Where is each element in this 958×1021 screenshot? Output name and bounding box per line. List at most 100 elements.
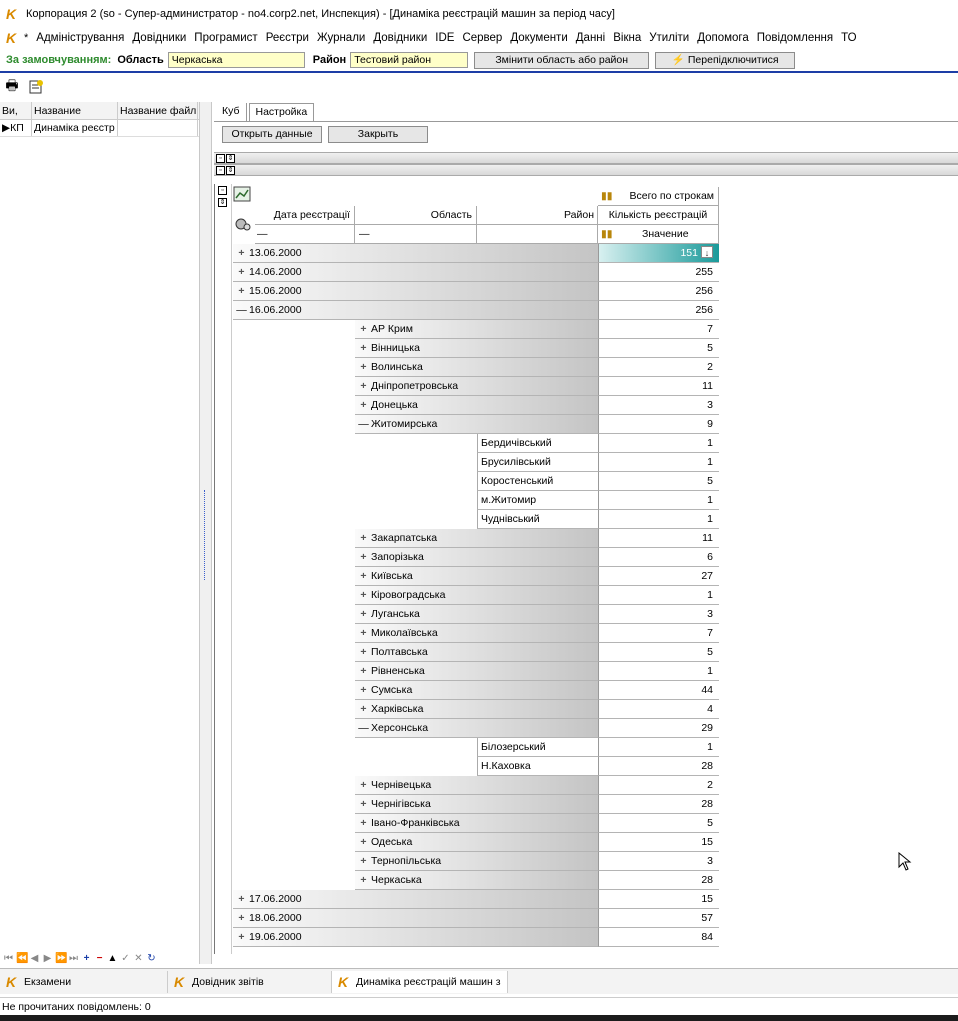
region-row-header[interactable]: + Сумська — [355, 681, 598, 700]
date-row-header[interactable]: +17.06.2000 — [233, 890, 598, 909]
expand-icon[interactable]: ⇕ — [218, 198, 227, 207]
expand-icon[interactable]: + — [358, 681, 369, 699]
value-cell[interactable]: 29 — [598, 719, 719, 738]
value-cell[interactable]: 4 — [598, 700, 719, 719]
menu-item[interactable]: Утиліти — [645, 32, 693, 44]
next-page-icon[interactable]: ⏩ — [55, 953, 67, 964]
value-cell[interactable]: 27 — [598, 567, 719, 586]
value-cell[interactable]: 7 — [598, 320, 719, 339]
expand-icon[interactable]: + — [358, 320, 369, 338]
value-cell[interactable]: 6 — [598, 548, 719, 567]
collapse-icon[interactable]: ▫ — [216, 165, 225, 175]
value-cell[interactable]: 11 — [598, 529, 719, 548]
district-row-header[interactable]: Коростенський — [477, 472, 598, 491]
value-cell[interactable]: 2 — [598, 358, 719, 377]
expand-icon[interactable]: + — [358, 377, 369, 395]
value-cell[interactable]: 3 — [598, 396, 719, 415]
row-field-region[interactable]: Область — [355, 206, 477, 225]
region-field[interactable]: Черкаська — [167, 52, 305, 68]
expand-icon[interactable]: + — [236, 909, 247, 927]
expand-icon[interactable]: + — [358, 567, 369, 585]
menu-item[interactable]: Допомога — [693, 32, 753, 44]
region-row-header[interactable]: + Закарпатська — [355, 529, 598, 548]
expand-icon[interactable]: + — [358, 833, 369, 851]
collapse-date-icon[interactable]: — — [255, 225, 355, 244]
value-cell[interactable]: 9 — [598, 415, 719, 434]
value-cell[interactable]: 5 — [598, 339, 719, 358]
region-row-header[interactable]: — Херсонська — [355, 719, 598, 738]
report-icon[interactable] — [28, 79, 44, 95]
expand-icon[interactable]: + — [358, 529, 369, 547]
tab-settings[interactable]: Настройка — [248, 103, 315, 121]
district-row-header[interactable]: Чуднівський — [477, 510, 598, 529]
value-cell[interactable]: 5 — [598, 472, 719, 491]
close-button[interactable]: Закрыть — [328, 125, 428, 143]
region-row-header[interactable]: + Донецька — [355, 396, 598, 415]
expand-icon[interactable]: + — [236, 282, 247, 300]
expand-icon[interactable]: + — [358, 605, 369, 623]
expand-icon[interactable]: + — [358, 871, 369, 889]
value-cell[interactable]: 84 — [598, 928, 719, 947]
row-field-district[interactable]: Район — [477, 206, 598, 225]
region-row-header[interactable]: + Харківська — [355, 700, 598, 719]
last-record-icon[interactable]: ⏭ — [68, 953, 79, 964]
chart-icon[interactable] — [233, 186, 255, 206]
value-cell[interactable]: 151 ↓ — [598, 244, 719, 263]
settings-icon[interactable] — [233, 215, 255, 235]
refresh-icon[interactable]: ↻ — [146, 953, 157, 964]
drilldown-icon[interactable]: ↓ — [701, 246, 713, 258]
region-row-header[interactable]: + Івано-Франківська — [355, 814, 598, 833]
region-row-header[interactable]: + Вінницька — [355, 339, 598, 358]
menu-item[interactable]: Програмист — [190, 32, 261, 44]
delete-record-icon[interactable]: − — [94, 953, 105, 964]
region-row-header[interactable]: + АР Крим — [355, 320, 598, 339]
region-row-header[interactable]: + Волинська — [355, 358, 598, 377]
menu-item[interactable]: Данні — [572, 32, 609, 44]
region-row-header[interactable]: + Миколаївська — [355, 624, 598, 643]
date-row-header[interactable]: +15.06.2000 — [233, 282, 598, 301]
menu-item[interactable]: Сервер — [458, 32, 506, 44]
tab-cube[interactable]: Куб — [216, 103, 247, 121]
expand-icon[interactable]: + — [236, 263, 247, 281]
region-row-header[interactable]: — Житомирська — [355, 415, 598, 434]
menu-item[interactable]: Журнали — [313, 32, 369, 44]
menu-item[interactable]: Довідники — [128, 32, 190, 44]
value-cell[interactable]: 11 — [598, 377, 719, 396]
expand-icon[interactable]: + — [358, 795, 369, 813]
expand-icon[interactable]: + — [358, 814, 369, 832]
expand-icon[interactable]: + — [358, 643, 369, 661]
expand-icon[interactable]: + — [358, 548, 369, 566]
date-row-header[interactable]: +13.06.2000 — [233, 244, 598, 263]
value-cell[interactable]: 15 — [598, 890, 719, 909]
menu-item[interactable]: ТО — [837, 32, 860, 44]
value-cell[interactable]: 57 — [598, 909, 719, 928]
value-cell[interactable]: 1 — [598, 586, 719, 605]
reconnect-button[interactable]: ⚡ Перепідключитися — [655, 51, 796, 69]
region-row-header[interactable]: + Рівненська — [355, 662, 598, 681]
expand-icon[interactable]: ⇕ — [226, 153, 235, 163]
district-row-header[interactable]: Брусилівський — [477, 453, 598, 472]
task-report-directory[interactable]: K Довідник звітів — [168, 970, 332, 993]
menu-item[interactable]: Довідники — [369, 32, 431, 44]
collapse-icon[interactable]: ▫ — [218, 186, 227, 195]
measure-header[interactable]: Кількість реєстрацій — [598, 206, 719, 225]
region-row-header[interactable]: + Кіровоградська — [355, 586, 598, 605]
value-cell[interactable]: 256 — [598, 282, 719, 301]
district-row-header[interactable]: Бердичівський — [477, 434, 598, 453]
region-row-header[interactable]: + Черкаська — [355, 871, 598, 890]
expand-icon[interactable]: + — [358, 776, 369, 794]
region-row-header[interactable]: + Тернопільська — [355, 852, 598, 871]
expand-icon[interactable]: + — [236, 928, 247, 946]
column-header[interactable]: Название — [32, 102, 118, 119]
row-total-header[interactable]: ▮▮ Всего по строкам — [598, 187, 719, 206]
value-cell[interactable]: 28 — [598, 795, 719, 814]
value-cell[interactable]: 1 — [598, 738, 719, 757]
value-cell[interactable]: 5 — [598, 643, 719, 662]
value-cell[interactable]: 3 — [598, 852, 719, 871]
column-header[interactable]: Ви, — [0, 102, 32, 119]
value-cell[interactable]: 1 — [598, 662, 719, 681]
menu-item[interactable]: Повідомлення — [753, 32, 837, 44]
pane-splitter[interactable] — [200, 102, 212, 964]
next-record-icon[interactable]: ▶ — [42, 953, 53, 964]
region-row-header[interactable]: + Чернігівська — [355, 795, 598, 814]
